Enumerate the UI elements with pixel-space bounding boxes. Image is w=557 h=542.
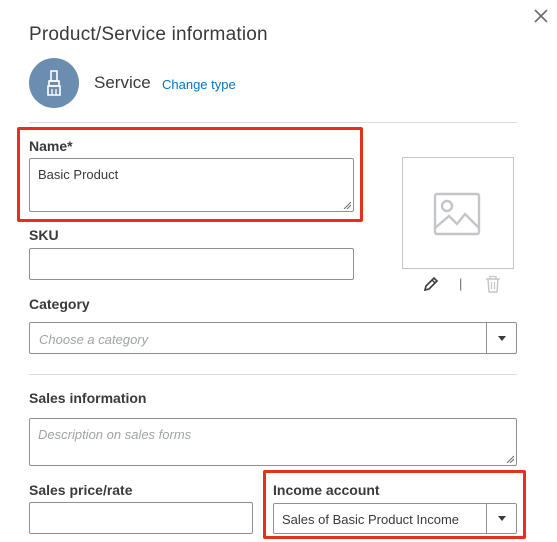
chevron-down-icon bbox=[498, 516, 506, 521]
category-select[interactable]: Choose a category bbox=[29, 322, 517, 354]
resize-handle-icon[interactable] bbox=[506, 455, 514, 463]
icon-separator: | bbox=[459, 276, 463, 291]
divider bbox=[29, 122, 517, 123]
sales-information-label: Sales information bbox=[29, 390, 147, 406]
image-placeholder-icon bbox=[433, 192, 481, 236]
category-dropdown-button[interactable] bbox=[486, 323, 516, 353]
category-placeholder: Choose a category bbox=[39, 332, 149, 347]
income-account-select[interactable]: Sales of Basic Product Income bbox=[273, 503, 517, 534]
chevron-down-icon bbox=[498, 336, 506, 341]
sku-field[interactable] bbox=[29, 248, 354, 280]
name-label: Name* bbox=[29, 138, 73, 154]
category-label: Category bbox=[29, 296, 90, 312]
close-icon[interactable] bbox=[533, 8, 549, 24]
dialog-title: Product/Service information bbox=[29, 24, 268, 45]
item-type-label: Service bbox=[94, 73, 151, 92]
name-field-value: Basic Product bbox=[38, 167, 119, 182]
sku-label: SKU bbox=[29, 227, 59, 243]
income-account-dropdown-button[interactable] bbox=[486, 504, 516, 533]
sales-description-placeholder: Description on sales forms bbox=[38, 427, 192, 442]
pencil-icon[interactable] bbox=[422, 275, 440, 293]
income-account-label: Income account bbox=[273, 482, 380, 498]
sales-price-field[interactable] bbox=[29, 502, 253, 534]
trash-icon[interactable] bbox=[484, 275, 502, 293]
image-upload-area[interactable] bbox=[402, 157, 514, 269]
name-field[interactable]: Basic Product bbox=[29, 158, 354, 212]
service-type-icon bbox=[29, 58, 79, 108]
income-account-value: Sales of Basic Product Income bbox=[282, 512, 460, 527]
paintbrush-icon bbox=[47, 70, 61, 96]
resize-handle-icon[interactable] bbox=[343, 201, 351, 209]
sales-description-field[interactable]: Description on sales forms bbox=[29, 418, 517, 466]
divider bbox=[29, 374, 517, 375]
sales-price-label: Sales price/rate bbox=[29, 482, 133, 498]
change-type-link[interactable]: Change type bbox=[162, 77, 236, 92]
